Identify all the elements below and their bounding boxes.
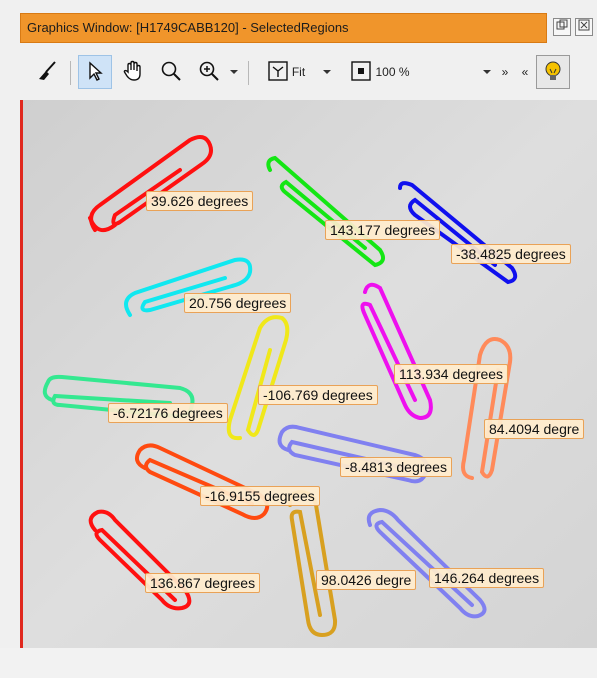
window-titlebar: Graphics Window: [H1749CABB120] - Select… xyxy=(20,13,547,43)
actual-size-icon xyxy=(350,60,372,85)
angle-label: 20.756 degrees xyxy=(184,293,292,313)
magnifier-icon xyxy=(160,60,182,85)
toolbar-separator xyxy=(70,61,71,85)
window-title: Graphics Window: [H1749CABB120] - Select… xyxy=(27,20,349,35)
close-window-button[interactable] xyxy=(575,18,593,36)
broom-icon xyxy=(35,59,59,86)
window-bottom-frame xyxy=(0,648,597,678)
more-label: » xyxy=(501,65,509,79)
angle-label: -16.9155 degrees xyxy=(200,486,320,506)
zoom-level-dropdown-arrow[interactable] xyxy=(480,55,494,89)
angle-label: 84.4094 degre xyxy=(484,419,585,439)
pan-tool-button[interactable] xyxy=(116,55,150,89)
restore-window-button[interactable] xyxy=(553,18,571,36)
tips-button[interactable] xyxy=(536,55,570,89)
chevron-down-icon xyxy=(229,65,239,79)
angle-label: -38.4825 degrees xyxy=(451,244,571,264)
fit-dropdown-arrow[interactable] xyxy=(320,55,334,89)
zoom-level-label: 100 % xyxy=(375,65,410,79)
angle-label: -8.4813 degrees xyxy=(340,457,452,477)
hand-icon xyxy=(121,59,145,86)
graphics-canvas[interactable] xyxy=(20,100,597,648)
zoom-in-icon xyxy=(198,60,220,85)
angle-label: 39.626 degrees xyxy=(146,191,254,211)
close-icon xyxy=(578,18,590,36)
angle-label: 136.867 degrees xyxy=(145,573,261,593)
select-tool-button[interactable] xyxy=(78,55,112,89)
angle-label: 146.264 degrees xyxy=(429,568,545,588)
collapse-toolbar-button[interactable]: « xyxy=(516,55,534,89)
image-left-edge-marker xyxy=(20,100,23,648)
zoom-dropdown-arrow[interactable] xyxy=(226,55,242,89)
angle-label: 113.934 degrees xyxy=(394,364,509,384)
back-label: « xyxy=(521,65,529,79)
graphics-toolbar: Fit 100 % » « xyxy=(20,49,597,95)
segmented-regions-image xyxy=(20,100,597,648)
cursor-arrow-icon xyxy=(84,60,106,85)
zoom-fit-button[interactable]: Fit xyxy=(256,55,316,89)
restore-icon xyxy=(556,18,568,36)
chevron-down-icon xyxy=(482,65,492,79)
angle-label: -106.769 degrees xyxy=(258,385,378,405)
angle-label: -6.72176 degrees xyxy=(108,403,228,423)
zoom-in-button[interactable] xyxy=(192,55,226,89)
clear-button[interactable] xyxy=(32,55,62,89)
lightbulb-icon xyxy=(541,59,565,86)
fit-window-icon xyxy=(267,60,289,85)
magnify-tool-button[interactable] xyxy=(154,55,188,89)
more-tools-button[interactable]: » xyxy=(496,55,514,89)
toolbar-separator xyxy=(248,61,249,85)
angle-label: 98.0426 degre xyxy=(316,570,417,590)
fit-label: Fit xyxy=(291,65,306,79)
zoom-100-button[interactable]: 100 % xyxy=(338,55,422,89)
chevron-down-icon xyxy=(322,65,332,79)
angle-label: 143.177 degrees xyxy=(325,220,441,240)
